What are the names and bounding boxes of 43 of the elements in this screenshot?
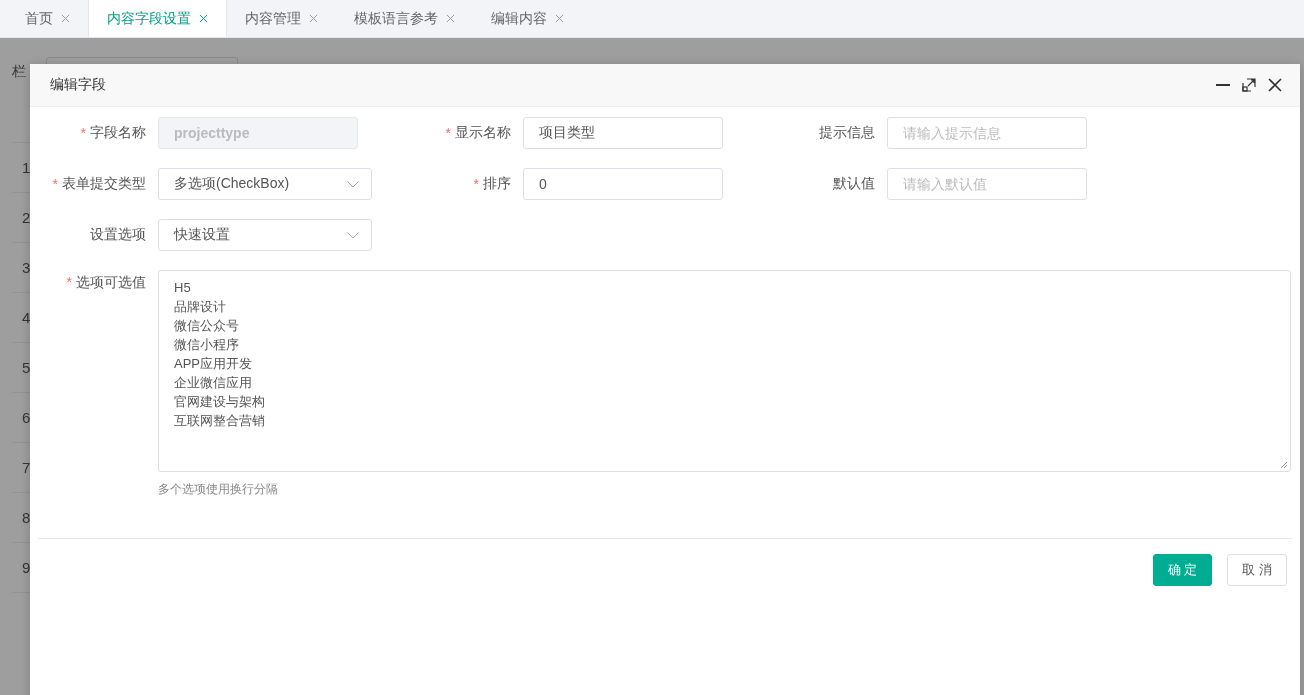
- input-field[interactable]: 0: [523, 168, 723, 200]
- field-label: 设置选项: [90, 226, 146, 244]
- row-number: 7: [22, 459, 31, 476]
- required-mark: *: [52, 176, 58, 192]
- required-mark: *: [445, 125, 451, 141]
- input-field[interactable]: 请输入默认值: [887, 168, 1087, 200]
- field-label: 提示信息: [819, 124, 875, 142]
- chevron-down-icon: [347, 231, 359, 239]
- input-field[interactable]: 项目类型: [523, 117, 723, 149]
- field-label: 字段名称: [90, 124, 146, 142]
- hint-text: 多个选项使用换行分隔: [158, 481, 278, 498]
- row-number: 6: [22, 409, 31, 426]
- row-number: 3: [22, 259, 31, 276]
- chevron-down-icon: [347, 180, 359, 188]
- resize-grip-icon[interactable]: [1280, 461, 1288, 469]
- tab[interactable]: 模板语言参考: [336, 0, 473, 37]
- textarea-field[interactable]: H5 品牌设计 微信公众号 微信小程序 APP应用开发 企业微信应用 官网建设与架构 互联网整合营销: [159, 271, 280, 437]
- tab[interactable]: 编辑内容: [473, 0, 582, 37]
- tab[interactable]: 内容管理: [227, 0, 336, 37]
- tab[interactable]: 内容字段设置: [88, 0, 227, 37]
- filter-label: 栏: [12, 63, 26, 81]
- row-number: 4: [22, 309, 31, 326]
- row-number: 9: [22, 559, 31, 576]
- field-label: 默认值: [833, 175, 875, 193]
- close-icon[interactable]: [1268, 78, 1282, 92]
- tab[interactable]: 首页: [8, 0, 88, 37]
- row-number: 8: [22, 509, 31, 526]
- field-label: 显示名称: [455, 124, 511, 142]
- field-label: 排序: [483, 175, 511, 193]
- field-label: 选项可选值: [76, 274, 146, 292]
- maximize-icon[interactable]: [1242, 78, 1256, 92]
- select-field[interactable]: 快速设置: [158, 219, 372, 251]
- dialog-title: 编辑字段: [50, 76, 106, 94]
- cancel-button[interactable]: 取 消: [1227, 554, 1287, 586]
- row-number: 1: [22, 159, 31, 176]
- row-number: 5: [22, 359, 31, 376]
- required-mark: *: [473, 176, 479, 192]
- row-number: 2: [22, 209, 31, 226]
- select-field[interactable]: 多选项(CheckBox): [158, 168, 372, 200]
- input-field[interactable]: 请输入提示信息: [887, 117, 1087, 149]
- required-mark: *: [66, 274, 72, 290]
- required-mark: *: [80, 125, 86, 141]
- field-label: 表单提交类型: [62, 175, 146, 193]
